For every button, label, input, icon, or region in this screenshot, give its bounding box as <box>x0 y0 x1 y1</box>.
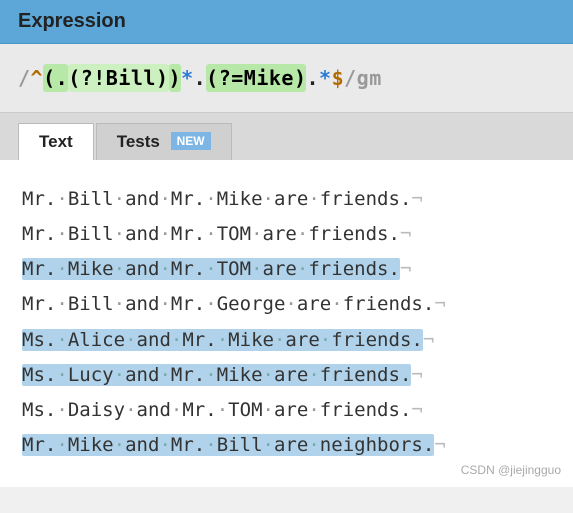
tab-tests-label: Tests <box>117 132 160 151</box>
expression-title: Expression <box>18 10 126 32</box>
expression-text: /^(.(?!Bill))*.(?=Mike).*$/gm <box>18 64 382 92</box>
new-badge: NEW <box>171 132 211 150</box>
tab-bar: Text Tests NEW <box>0 113 573 160</box>
expression-display[interactable]: /^(.(?!Bill))*.(?=Mike).*$/gm <box>0 44 573 113</box>
test-line: Mr.·Bill·and·Mr.·George·are·friends.¬ <box>22 287 551 322</box>
test-line: Ms.·Alice·and·Mr.·Mike·are·friends.¬ <box>22 323 551 358</box>
watermark: CSDN @jiejingguo <box>461 459 561 481</box>
test-line: Ms.·Daisy·and·Mr.·TOM·are·friends.¬ <box>22 393 551 428</box>
test-line: Mr.·Bill·and·Mr.·Mike·are·friends.¬ <box>22 182 551 217</box>
expression-header: Expression <box>0 0 573 44</box>
test-line: Mr.·Mike·and·Mr.·TOM·are·friends.¬ <box>22 252 551 287</box>
test-text-area[interactable]: Mr.·Bill·and·Mr.·Mike·are·friends.¬Mr.·B… <box>0 160 573 487</box>
test-line: Mr.·Bill·and·Mr.·TOM·are·friends.¬ <box>22 217 551 252</box>
tab-tests[interactable]: Tests NEW <box>96 123 232 160</box>
tab-text[interactable]: Text <box>18 123 94 160</box>
test-line: Ms.·Lucy·and·Mr.·Mike·are·friends.¬ <box>22 358 551 393</box>
test-line: Mr.·Mike·and·Mr.·Bill·are·neighbors.¬ <box>22 428 551 463</box>
